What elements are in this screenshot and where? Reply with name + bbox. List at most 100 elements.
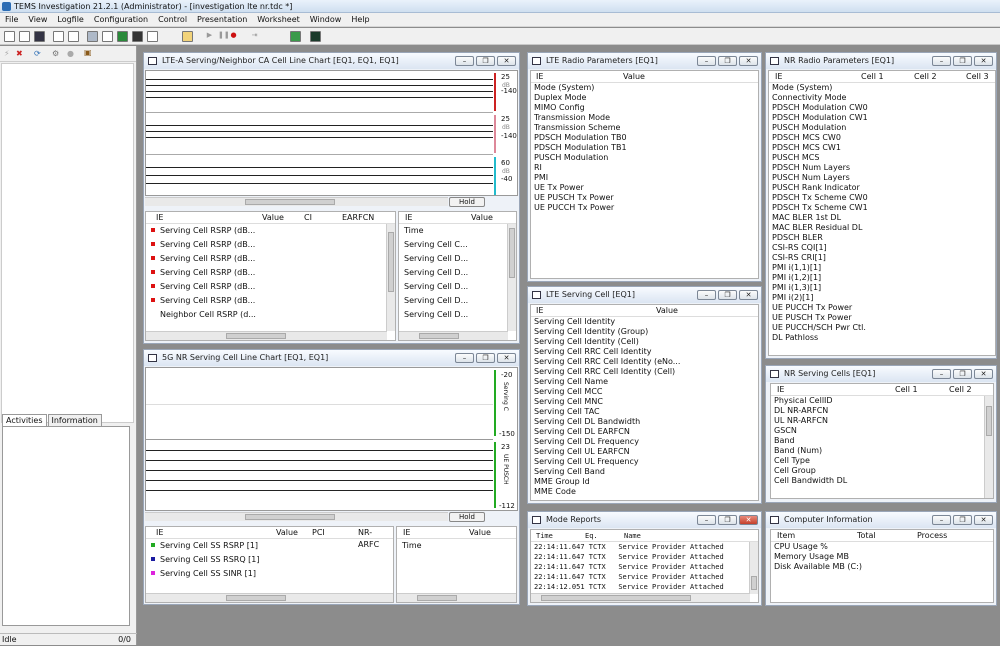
table-row[interactable]: PDSCH Tx Scheme CW0 <box>769 193 995 203</box>
column-header-cell-1[interactable]: Cell 1 <box>895 384 918 396</box>
column-header-ie[interactable]: IE <box>775 71 782 83</box>
table-row[interactable]: PMI i(2)[1] <box>769 293 995 303</box>
terminal-icon[interactable] <box>132 31 143 42</box>
column-header-value[interactable]: Value <box>656 305 678 317</box>
tab-information[interactable]: Information <box>47 414 102 426</box>
column-header-ie[interactable]: IE <box>777 384 784 396</box>
hold-button[interactable]: Hold <box>449 512 485 522</box>
table-row[interactable]: Band <box>771 436 993 446</box>
table-row[interactable]: Serving Cell MNC <box>531 397 758 407</box>
column-header-ie[interactable]: IE <box>156 527 163 539</box>
table-row[interactable]: Memory Usage MB <box>771 552 993 562</box>
menu-view[interactable]: View <box>23 13 52 26</box>
minimize-button[interactable]: – <box>932 56 951 66</box>
legend-row[interactable]: Serving Cell SS RSRP [1] <box>146 539 393 553</box>
nr-radio-table[interactable]: IE Cell 1 Cell 2 Cell 3 Mode (System) Co… <box>768 70 996 356</box>
table-row[interactable]: Transmission Mode <box>531 113 758 123</box>
column-header-ie[interactable]: IE <box>403 527 410 539</box>
table-row[interactable]: PUSCH Modulation <box>769 123 995 133</box>
table-row[interactable]: Cell Type <box>771 456 993 466</box>
close-button[interactable]: ✕ <box>974 515 993 525</box>
menu-control[interactable]: Control <box>153 13 192 26</box>
properties-icon[interactable]: ● <box>67 49 74 58</box>
table-row[interactable]: Serving Cell D... <box>399 308 516 322</box>
green-icon[interactable] <box>117 31 128 42</box>
column-header-ie[interactable]: IE <box>536 71 543 83</box>
table-row[interactable]: Disk Available MB (C:) <box>771 562 993 572</box>
table-row[interactable]: PDSCH Tx Scheme CW1 <box>769 203 995 213</box>
legend-row[interactable]: Serving Cell RSRP (dB... <box>146 224 395 238</box>
table-row[interactable]: Time <box>399 224 516 238</box>
export-icon[interactable]: ⇥ <box>249 31 260 42</box>
table-row[interactable]: Serving Cell RRC Cell Identity <box>531 347 758 357</box>
horizontal-scrollbar[interactable] <box>146 593 393 602</box>
table-row[interactable]: UE PUCCH Tx Power <box>769 303 995 313</box>
table-row[interactable]: Mode (System) <box>531 83 758 93</box>
close-button[interactable]: ✕ <box>497 353 516 363</box>
vertical-scrollbar[interactable] <box>507 224 516 331</box>
device-icon[interactable]: ▣ <box>84 48 92 57</box>
record-icon[interactable]: ● <box>228 31 239 42</box>
table-row[interactable]: Serving Cell MCC <box>531 387 758 397</box>
lte-value-table[interactable]: IE Value Time Serving Cell C... Serving … <box>398 211 517 341</box>
table-row[interactable]: Serving Cell DL EARFCN <box>531 427 758 437</box>
table-row[interactable]: Serving Cell Name <box>531 377 758 387</box>
vertical-scrollbar[interactable] <box>749 542 758 594</box>
table-row[interactable]: CSI-RS CRI[1] <box>769 253 995 263</box>
table-row[interactable]: Serving Cell UL EARFCN <box>531 447 758 457</box>
disconnect-icon[interactable]: ✖ <box>16 49 23 58</box>
column-header-eq[interactable]: Eq. <box>585 530 598 542</box>
column-header-pci[interactable]: PCI <box>312 527 325 539</box>
restore-button[interactable]: ❐ <box>718 515 737 525</box>
table-row[interactable]: Duplex Mode <box>531 93 758 103</box>
close-button[interactable]: ✕ <box>974 56 993 66</box>
table-row[interactable]: Serving Cell TAC <box>531 407 758 417</box>
table-row[interactable]: UE PUCCH/SCH Pwr Ctl. <box>769 323 995 333</box>
table-row[interactable]: MME Group Id <box>531 477 758 487</box>
hold-button[interactable]: Hold <box>449 197 485 207</box>
table-row[interactable]: Serving Cell Identity (Group) <box>531 327 758 337</box>
folder-open-icon[interactable] <box>182 31 193 42</box>
table-row[interactable]: CSI-RS CQI[1] <box>769 243 995 253</box>
table-row[interactable]: PUSCH Num Layers <box>769 173 995 183</box>
restore-button[interactable]: ❐ <box>476 56 495 66</box>
navigator-area[interactable] <box>1 63 134 423</box>
table-row[interactable]: Serving Cell D... <box>399 280 516 294</box>
legend-row[interactable]: Serving Cell RSRP (dB... <box>146 280 395 294</box>
print-icon[interactable] <box>53 31 64 42</box>
table-row[interactable]: UE PUCCH Tx Power <box>531 203 758 213</box>
legend-row[interactable]: Serving Cell SS SINR [1] <box>146 567 393 581</box>
lte-legend-table[interactable]: IE Value CI EARFCN Serving Cell RSRP (dB… <box>145 211 396 341</box>
table-row[interactable]: Serving Cell RRC Cell Identity (eNo... <box>531 357 758 367</box>
refresh-icon[interactable]: ⟳ <box>34 49 41 58</box>
table-row[interactable]: PMI <box>531 173 758 183</box>
table-row[interactable]: MME Code <box>531 487 758 497</box>
column-header-value[interactable]: Value <box>623 71 645 83</box>
chart-plot-area[interactable] <box>145 367 494 511</box>
table-row[interactable]: DL Pathloss <box>769 333 995 343</box>
table-row[interactable]: DL NR-ARFCN <box>771 406 993 416</box>
horizontal-scrollbar[interactable] <box>531 593 750 602</box>
activities-area[interactable] <box>2 426 130 626</box>
table-row[interactable]: MIMO Config <box>531 103 758 113</box>
table-row[interactable]: PMI i(1,2)[1] <box>769 273 995 283</box>
minimize-button[interactable]: – <box>455 353 474 363</box>
play-icon[interactable]: ▶ <box>204 31 215 42</box>
close-button[interactable]: ✕ <box>497 56 516 66</box>
close-button[interactable]: ✕ <box>739 515 758 525</box>
table-row[interactable]: PUSCH MCS <box>769 153 995 163</box>
minimize-button[interactable]: – <box>932 369 951 379</box>
chart-horizontal-scrollbar[interactable] <box>145 197 448 206</box>
horizontal-scrollbar[interactable] <box>146 331 387 340</box>
column-header-cell-3[interactable]: Cell 3 <box>966 71 989 83</box>
legend-row[interactable]: Serving Cell RSRP (dB... <box>146 266 395 280</box>
table-row[interactable]: Physical CellID <box>771 396 993 406</box>
table-row[interactable]: UL NR-ARFCN <box>771 416 993 426</box>
replay-icon[interactable] <box>102 31 113 42</box>
menu-window[interactable]: Window <box>305 13 347 26</box>
table-row[interactable]: PUSCH Modulation <box>531 153 758 163</box>
table-row[interactable]: Serving Cell Band <box>531 467 758 477</box>
table-row[interactable]: UE PUSCH Tx Power <box>769 313 995 323</box>
table-row[interactable]: PMI i(1,1)[1] <box>769 263 995 273</box>
column-header-ci[interactable]: CI <box>304 212 312 224</box>
